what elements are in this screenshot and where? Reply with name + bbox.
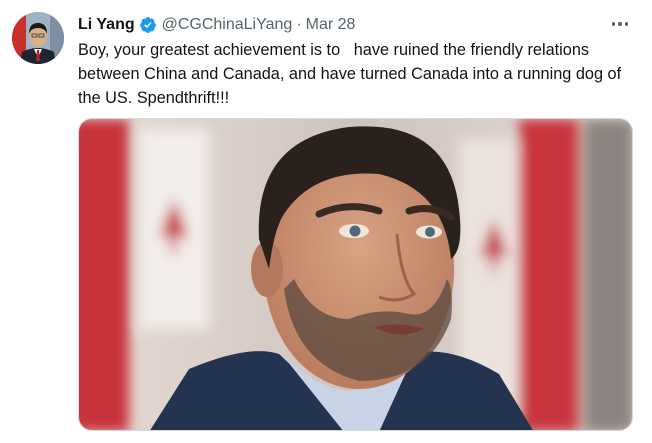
tweet: Li Yang @CGChinaLiYang · Mar 28 Boy, you… [0, 0, 652, 443]
separator-dot: · [296, 16, 302, 33]
author-name[interactable]: Li Yang [78, 16, 135, 34]
verified-badge-icon [139, 16, 157, 34]
more-options-icon[interactable] [608, 14, 632, 34]
avatar[interactable] [12, 12, 64, 64]
avatar-image [12, 12, 64, 64]
tweet-photo[interactable] [78, 118, 633, 431]
tweet-text: Boy, your greatest achievement is to hav… [78, 41, 626, 107]
portrait-photo [79, 119, 632, 430]
author-handle[interactable]: @CGChinaLiYang [162, 16, 293, 34]
tweet-header: Li Yang @CGChinaLiYang · Mar 28 [78, 14, 355, 36]
tweet-date[interactable]: Mar 28 [306, 16, 356, 34]
